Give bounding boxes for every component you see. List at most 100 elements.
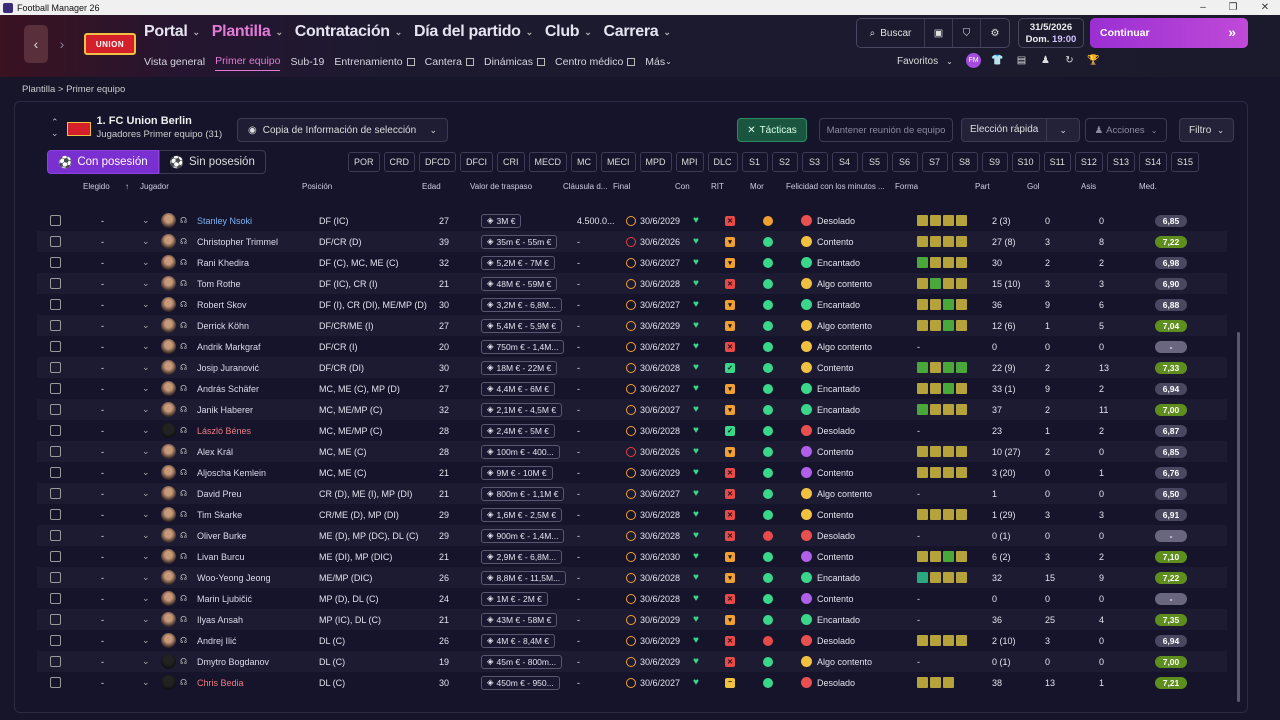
filter-dropdown[interactable]: Filtro ⌄ — [1179, 118, 1234, 142]
select-checkbox[interactable] — [50, 362, 61, 373]
col-con[interactable]: Con — [675, 182, 690, 191]
table-row[interactable]: - ⌄ ☊ Andrik Markgraf DF/CR (I) 20 ◈ 750m € - … — [37, 336, 1227, 357]
selection-value[interactable]: - — [101, 651, 104, 672]
sub-nav-item[interactable]: Sub-19 — [290, 55, 324, 71]
table-row[interactable]: - ⌄ ☊ Oliver Burke ME (D), MP (DC), DL (C) 29… — [37, 525, 1227, 546]
people-icon[interactable]: ♟ — [1038, 53, 1053, 68]
position-chip[interactable]: DFCD — [419, 152, 457, 172]
col-clausula[interactable]: Cláusula d... — [563, 182, 607, 191]
position-chip[interactable]: S4 — [831, 152, 858, 172]
table-row[interactable]: - ⌄ ☊ Marin Ljubičić MP (D), DL (C) 24 ◈ 1M € … — [37, 588, 1227, 609]
position-chip[interactable]: MC — [571, 152, 598, 172]
position-chip[interactable]: S6 — [891, 152, 918, 172]
col-asis[interactable]: Asis — [1081, 182, 1096, 191]
position-chip[interactable]: S7 — [921, 152, 948, 172]
col-rit[interactable]: RIT — [711, 182, 724, 191]
table-row[interactable]: - ⌄ ☊ Robert Skov DF (I), CR (DI), ME/MP (D)… — [37, 294, 1227, 315]
selection-value[interactable]: - — [101, 231, 104, 252]
table-row[interactable]: - ⌄ ☊ Ilyas Ansah MP (IC), DL (C) 21 ◈ 43M € -… — [37, 609, 1227, 630]
position-chip[interactable]: POR — [348, 152, 380, 172]
selection-value[interactable]: - — [101, 252, 104, 273]
sub-nav-item[interactable]: Vista general — [144, 55, 205, 71]
table-row[interactable]: - ⌄ ☊ Rani Khedira DF (C), MC, ME (C) 32 ◈ 5,2… — [37, 252, 1227, 273]
select-checkbox[interactable] — [50, 278, 61, 289]
chevron-down-icon[interactable]: ⌄ — [142, 546, 150, 567]
col-valor[interactable]: Valor de traspaso — [470, 182, 532, 191]
table-row[interactable]: - ⌄ ☊ Tom Rothe DF (IC), CR (I) 21 ◈ 48M € - 5… — [37, 273, 1227, 294]
sub-nav-item[interactable]: Primer equipo — [215, 55, 281, 71]
select-checkbox[interactable] — [50, 467, 61, 478]
chevron-down-icon[interactable]: ⌄ — [142, 294, 150, 315]
sub-nav-item[interactable]: Cantera — [425, 55, 474, 71]
team-name[interactable]: 1. FC Union Berlin — [97, 115, 223, 127]
select-checkbox[interactable] — [50, 236, 61, 247]
chevron-down-icon[interactable]: ⌄ — [142, 588, 150, 609]
col-gol[interactable]: Gol — [1027, 182, 1039, 191]
chevron-down-icon[interactable]: ⌄ — [142, 441, 150, 462]
selection-value[interactable]: - — [101, 546, 104, 567]
player-name[interactable]: Robert Skov — [197, 294, 247, 315]
chevron-down-icon[interactable]: ⌄ — [1047, 125, 1079, 136]
chevron-down-icon[interactable]: ⌄ — [142, 273, 150, 294]
without-possession-button[interactable]: ⚽ Sin posesión — [158, 150, 266, 174]
position-chip[interactable]: S13 — [1106, 152, 1135, 172]
selection-value[interactable]: - — [101, 336, 104, 357]
select-checkbox[interactable] — [50, 488, 61, 499]
continue-button[interactable]: Continuar » — [1090, 18, 1248, 48]
chevron-down-icon[interactable]: ⌄ — [142, 483, 150, 504]
selection-value[interactable]: - — [101, 357, 104, 378]
chevron-down-icon[interactable]: ⌄ — [142, 315, 150, 336]
tactics-button[interactable]: ✕ Tácticas — [737, 118, 807, 142]
selection-value[interactable]: - — [101, 462, 104, 483]
player-name[interactable]: Dmytro Bogdanov — [197, 651, 269, 672]
selection-value[interactable]: - — [101, 483, 104, 504]
sub-nav-item[interactable]: Dinámicas — [484, 55, 546, 71]
position-chip[interactable]: CRI — [497, 152, 525, 172]
table-row[interactable]: - ⌄ ☊ Christopher Trimmel DF/CR (D) 39 ◈ 35m €… — [37, 231, 1227, 252]
position-chip[interactable]: DLC — [707, 152, 738, 172]
select-checkbox[interactable] — [50, 635, 61, 646]
select-checkbox[interactable] — [50, 446, 61, 457]
position-chip[interactable]: DFCI — [460, 152, 494, 172]
position-chip[interactable]: CRD — [383, 152, 416, 172]
chevron-down-icon[interactable]: ⌄ — [142, 357, 150, 378]
select-checkbox[interactable] — [50, 341, 61, 352]
player-name[interactable]: Janik Haberer — [197, 399, 253, 420]
main-nav-item[interactable]: Carrera ⌄ — [604, 23, 671, 41]
selection-value[interactable]: - — [101, 504, 104, 525]
forward-button[interactable]: › — [50, 25, 74, 63]
selection-value[interactable]: - — [101, 630, 104, 651]
player-name[interactable]: László Bénes — [197, 420, 251, 441]
col-elegido[interactable]: Elegido — [83, 182, 110, 191]
player-name[interactable]: David Preu — [197, 483, 242, 504]
chevron-down-icon[interactable]: ⌄ — [142, 630, 150, 651]
quick-pick-button[interactable]: Elección rápida ⌄ — [961, 118, 1080, 142]
sub-nav-item[interactable]: Entrenamiento — [334, 55, 415, 71]
player-name[interactable]: Livan Burcu — [197, 546, 245, 567]
player-name[interactable]: Tom Rothe — [197, 273, 241, 294]
select-checkbox[interactable] — [50, 257, 61, 268]
sub-nav-item[interactable]: Más ⌄ — [645, 55, 672, 71]
chevron-down-icon[interactable]: ⌄ — [142, 399, 150, 420]
selection-value[interactable]: - — [101, 294, 104, 315]
table-row[interactable]: - ⌄ ☊ Alex Král MC, ME (C) 28 ◈ 100m € - 400..… — [37, 441, 1227, 462]
select-checkbox[interactable] — [50, 320, 61, 331]
player-name[interactable]: Derrick Köhn — [197, 315, 249, 336]
position-chip[interactable]: S14 — [1138, 152, 1167, 172]
col-forma[interactable]: Forma — [895, 182, 918, 191]
minimize-icon[interactable]: – — [1188, 0, 1218, 15]
select-checkbox[interactable] — [50, 509, 61, 520]
col-edad[interactable]: Edad — [422, 182, 441, 191]
position-chip[interactable]: S5 — [861, 152, 888, 172]
select-checkbox[interactable] — [50, 614, 61, 625]
chevron-down-icon[interactable]: ⌄ — [142, 462, 150, 483]
chevron-down-icon[interactable]: ⌄ — [142, 336, 150, 357]
table-row[interactable]: - ⌄ ☊ Chris Bedia DL (C) 30 ◈ 450m € - 950... -… — [37, 672, 1227, 693]
table-scrollbar[interactable] — [1237, 332, 1240, 702]
position-chip[interactable]: MPI — [675, 152, 704, 172]
document-icon[interactable]: ▤ — [1014, 53, 1029, 68]
player-name[interactable]: Marin Ljubičić — [197, 588, 252, 609]
table-row[interactable]: - ⌄ ☊ László Bénes MC, ME/MP (C) 28 ◈ 2,4M € -… — [37, 420, 1227, 441]
breadcrumb-root[interactable]: Plantilla — [22, 84, 55, 95]
selection-value[interactable]: - — [101, 525, 104, 546]
